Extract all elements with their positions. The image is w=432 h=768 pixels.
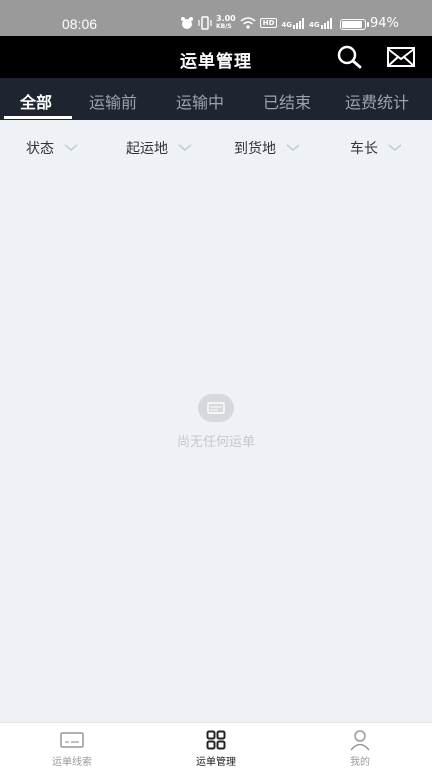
signal-1: 4G: [281, 17, 305, 29]
tab-finished[interactable]: 已结束: [263, 89, 311, 113]
nav-label: 运单线索: [52, 757, 92, 768]
tab-before-transport[interactable]: 运输前: [89, 89, 137, 113]
wifi-icon: [240, 17, 256, 29]
search-icon[interactable]: [336, 45, 364, 69]
nav-item-waybill-leads[interactable]: 运单线索: [22, 729, 122, 768]
signal-2: 4G: [309, 17, 333, 29]
battery-icon: [340, 19, 369, 30]
filter-origin[interactable]: 起运地: [126, 138, 192, 158]
tab-in-transport[interactable]: 运输中: [176, 89, 224, 113]
filter-truck-length[interactable]: 车长: [350, 138, 402, 158]
status-icons: 3.00 KB/S HD 4G 4G: [180, 15, 333, 31]
status-bar: 08:06 3.00 KB/S HD 4G 4G 94%: [0, 0, 432, 36]
filter-label: 起运地: [126, 141, 168, 157]
alarm-icon: [181, 17, 193, 29]
chevron-down-icon: [64, 144, 78, 151]
filter-destination[interactable]: 到货地: [234, 138, 300, 158]
ticket-icon: [60, 732, 84, 748]
grid-icon: [206, 730, 226, 750]
hd-badge: HD: [259, 18, 278, 28]
filter-label: 状态: [26, 141, 54, 157]
user-icon: [350, 730, 370, 751]
filter-bar: 状态 起运地 到货地 车长: [0, 120, 432, 172]
tab-all[interactable]: 全部: [20, 89, 52, 113]
chevron-down-icon: [286, 144, 300, 151]
vibrate-icon: [198, 16, 212, 30]
empty-state-text: 尚无任何运单: [176, 435, 255, 450]
active-tab-indicator: [4, 116, 72, 119]
empty-state: 尚无任何运单: [0, 394, 432, 450]
header: 运单管理: [0, 36, 432, 78]
tab-freight-stats[interactable]: 运费统计: [345, 89, 409, 113]
signal-bars-icon: [320, 17, 332, 29]
nav-item-waybill-management[interactable]: 运单管理: [166, 729, 266, 768]
filter-label: 到货地: [234, 141, 276, 157]
chevron-down-icon: [388, 144, 402, 151]
nav-label: 我的: [350, 757, 370, 768]
battery-percent: 94%: [370, 16, 399, 31]
chevron-down-icon: [178, 144, 192, 151]
clock: 08:06: [62, 16, 98, 32]
nav-label: 运单管理: [196, 757, 236, 768]
page-title: 运单管理: [180, 52, 252, 72]
empty-box-icon: [198, 394, 234, 422]
nav-item-mine[interactable]: 我的: [310, 729, 410, 768]
signal-bars-icon: [293, 17, 305, 29]
bottom-nav: 运单线索 运单管理 我的: [0, 722, 432, 768]
filter-status[interactable]: 状态: [26, 138, 78, 158]
filter-label: 车长: [350, 141, 378, 157]
mail-icon[interactable]: [386, 46, 416, 68]
network-speed: 3.00 KB/S: [216, 14, 236, 31]
tab-bar: 全部 运输前 运输中 已结束 运费统计: [0, 78, 432, 120]
